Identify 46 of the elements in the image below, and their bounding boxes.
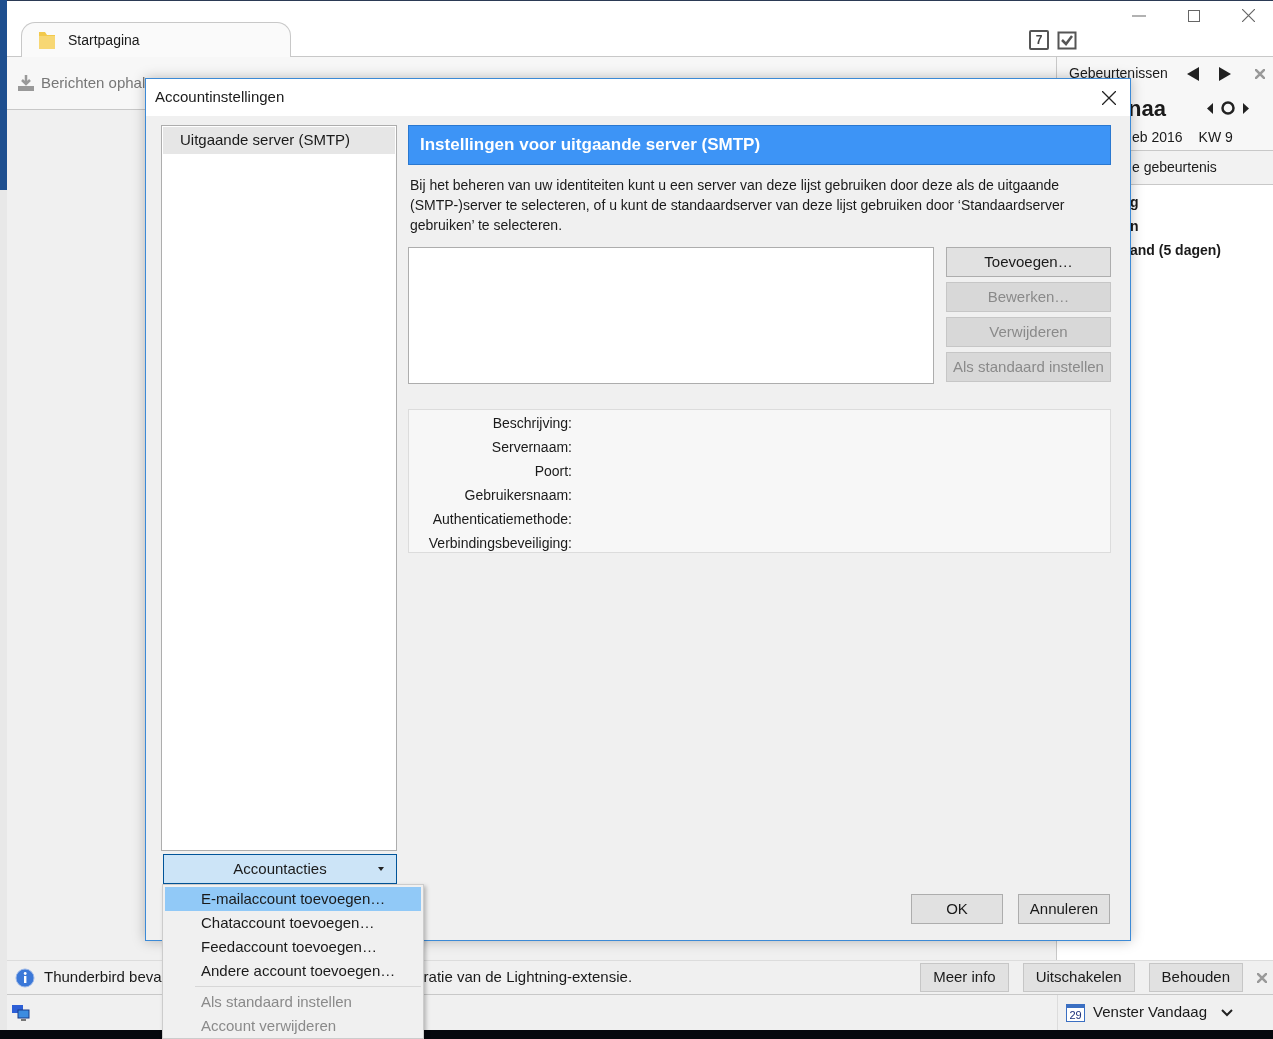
dialog-button[interactable]: Annuleren — [1018, 894, 1110, 924]
menu-item[interactable]: Feedaccount toevoegen… — [165, 935, 421, 959]
chevron-down-icon — [1221, 1008, 1233, 1017]
next-icon[interactable] — [1219, 66, 1231, 81]
next-icon[interactable] — [1243, 102, 1249, 114]
section-heading[interactable]: g — [1130, 193, 1273, 212]
calendar-button[interactable]: 7 — [1029, 30, 1049, 50]
tasks-icon[interactable] — [1057, 30, 1077, 50]
pane-title: Gebeurtenissen — [1069, 64, 1168, 83]
server-button[interactable]: Toevoegen… — [946, 247, 1111, 277]
field-label: Authenticatiemethode: — [431, 510, 572, 529]
dialog-button[interactable]: OK — [911, 894, 1003, 924]
date-label: eb 2016 — [1132, 128, 1183, 147]
section-heading[interactable]: n — [1130, 217, 1273, 236]
field-label: Beschrijving: — [491, 414, 572, 433]
account-actions-button[interactable]: Accountacties — [163, 854, 397, 884]
notification-button[interactable]: Uitschakelen — [1022, 963, 1135, 992]
field-label: Poort: — [533, 462, 572, 481]
today-icon[interactable] — [1221, 101, 1235, 115]
notification-text: ratie van de Lightning-extensie. — [423, 967, 633, 988]
section-heading[interactable]: and (5 dagen) — [1130, 241, 1273, 260]
field-label: Servernaam: — [490, 438, 572, 457]
field-label: Gebruikersnaam: — [463, 486, 572, 505]
tab[interactable]: Startpagina — [21, 22, 291, 57]
previous-icon[interactable] — [1187, 66, 1199, 81]
week-label: KW 9 — [1198, 128, 1233, 147]
notification-button[interactable]: Behouden — [1148, 963, 1243, 992]
menu-item[interactable]: Andere account toevoegen… — [165, 959, 421, 983]
notification-text: Thunderbird beva — [44, 967, 162, 988]
panel-header: Instellingen voor uitgaande server (SMTP) — [408, 125, 1111, 165]
menu-item[interactable]: Chataccount toevoegen… — [165, 911, 421, 935]
calendar-icon: 29 — [1066, 1003, 1085, 1022]
get-messages-button[interactable]: Berichten ophal — [41, 71, 146, 95]
notification-button[interactable]: Meer info — [920, 963, 1009, 992]
info-icon — [15, 967, 35, 988]
account-item[interactable]: Uitgaande server (SMTP) — [163, 127, 395, 154]
previous-icon[interactable] — [1207, 102, 1213, 114]
field-label: Verbindingsbeveiliging: — [427, 534, 572, 553]
dialog-title: Accountinstellingen — [155, 87, 285, 108]
menu-item[interactable]: E-mailaccount toevoegen… — [165, 887, 421, 911]
network-icon[interactable] — [11, 1003, 31, 1022]
close-icon[interactable] — [1102, 90, 1116, 105]
folder-icon — [38, 30, 56, 50]
download-icon — [17, 74, 35, 92]
maximize-icon[interactable] — [1188, 9, 1200, 22]
caret-icon — [378, 867, 384, 871]
